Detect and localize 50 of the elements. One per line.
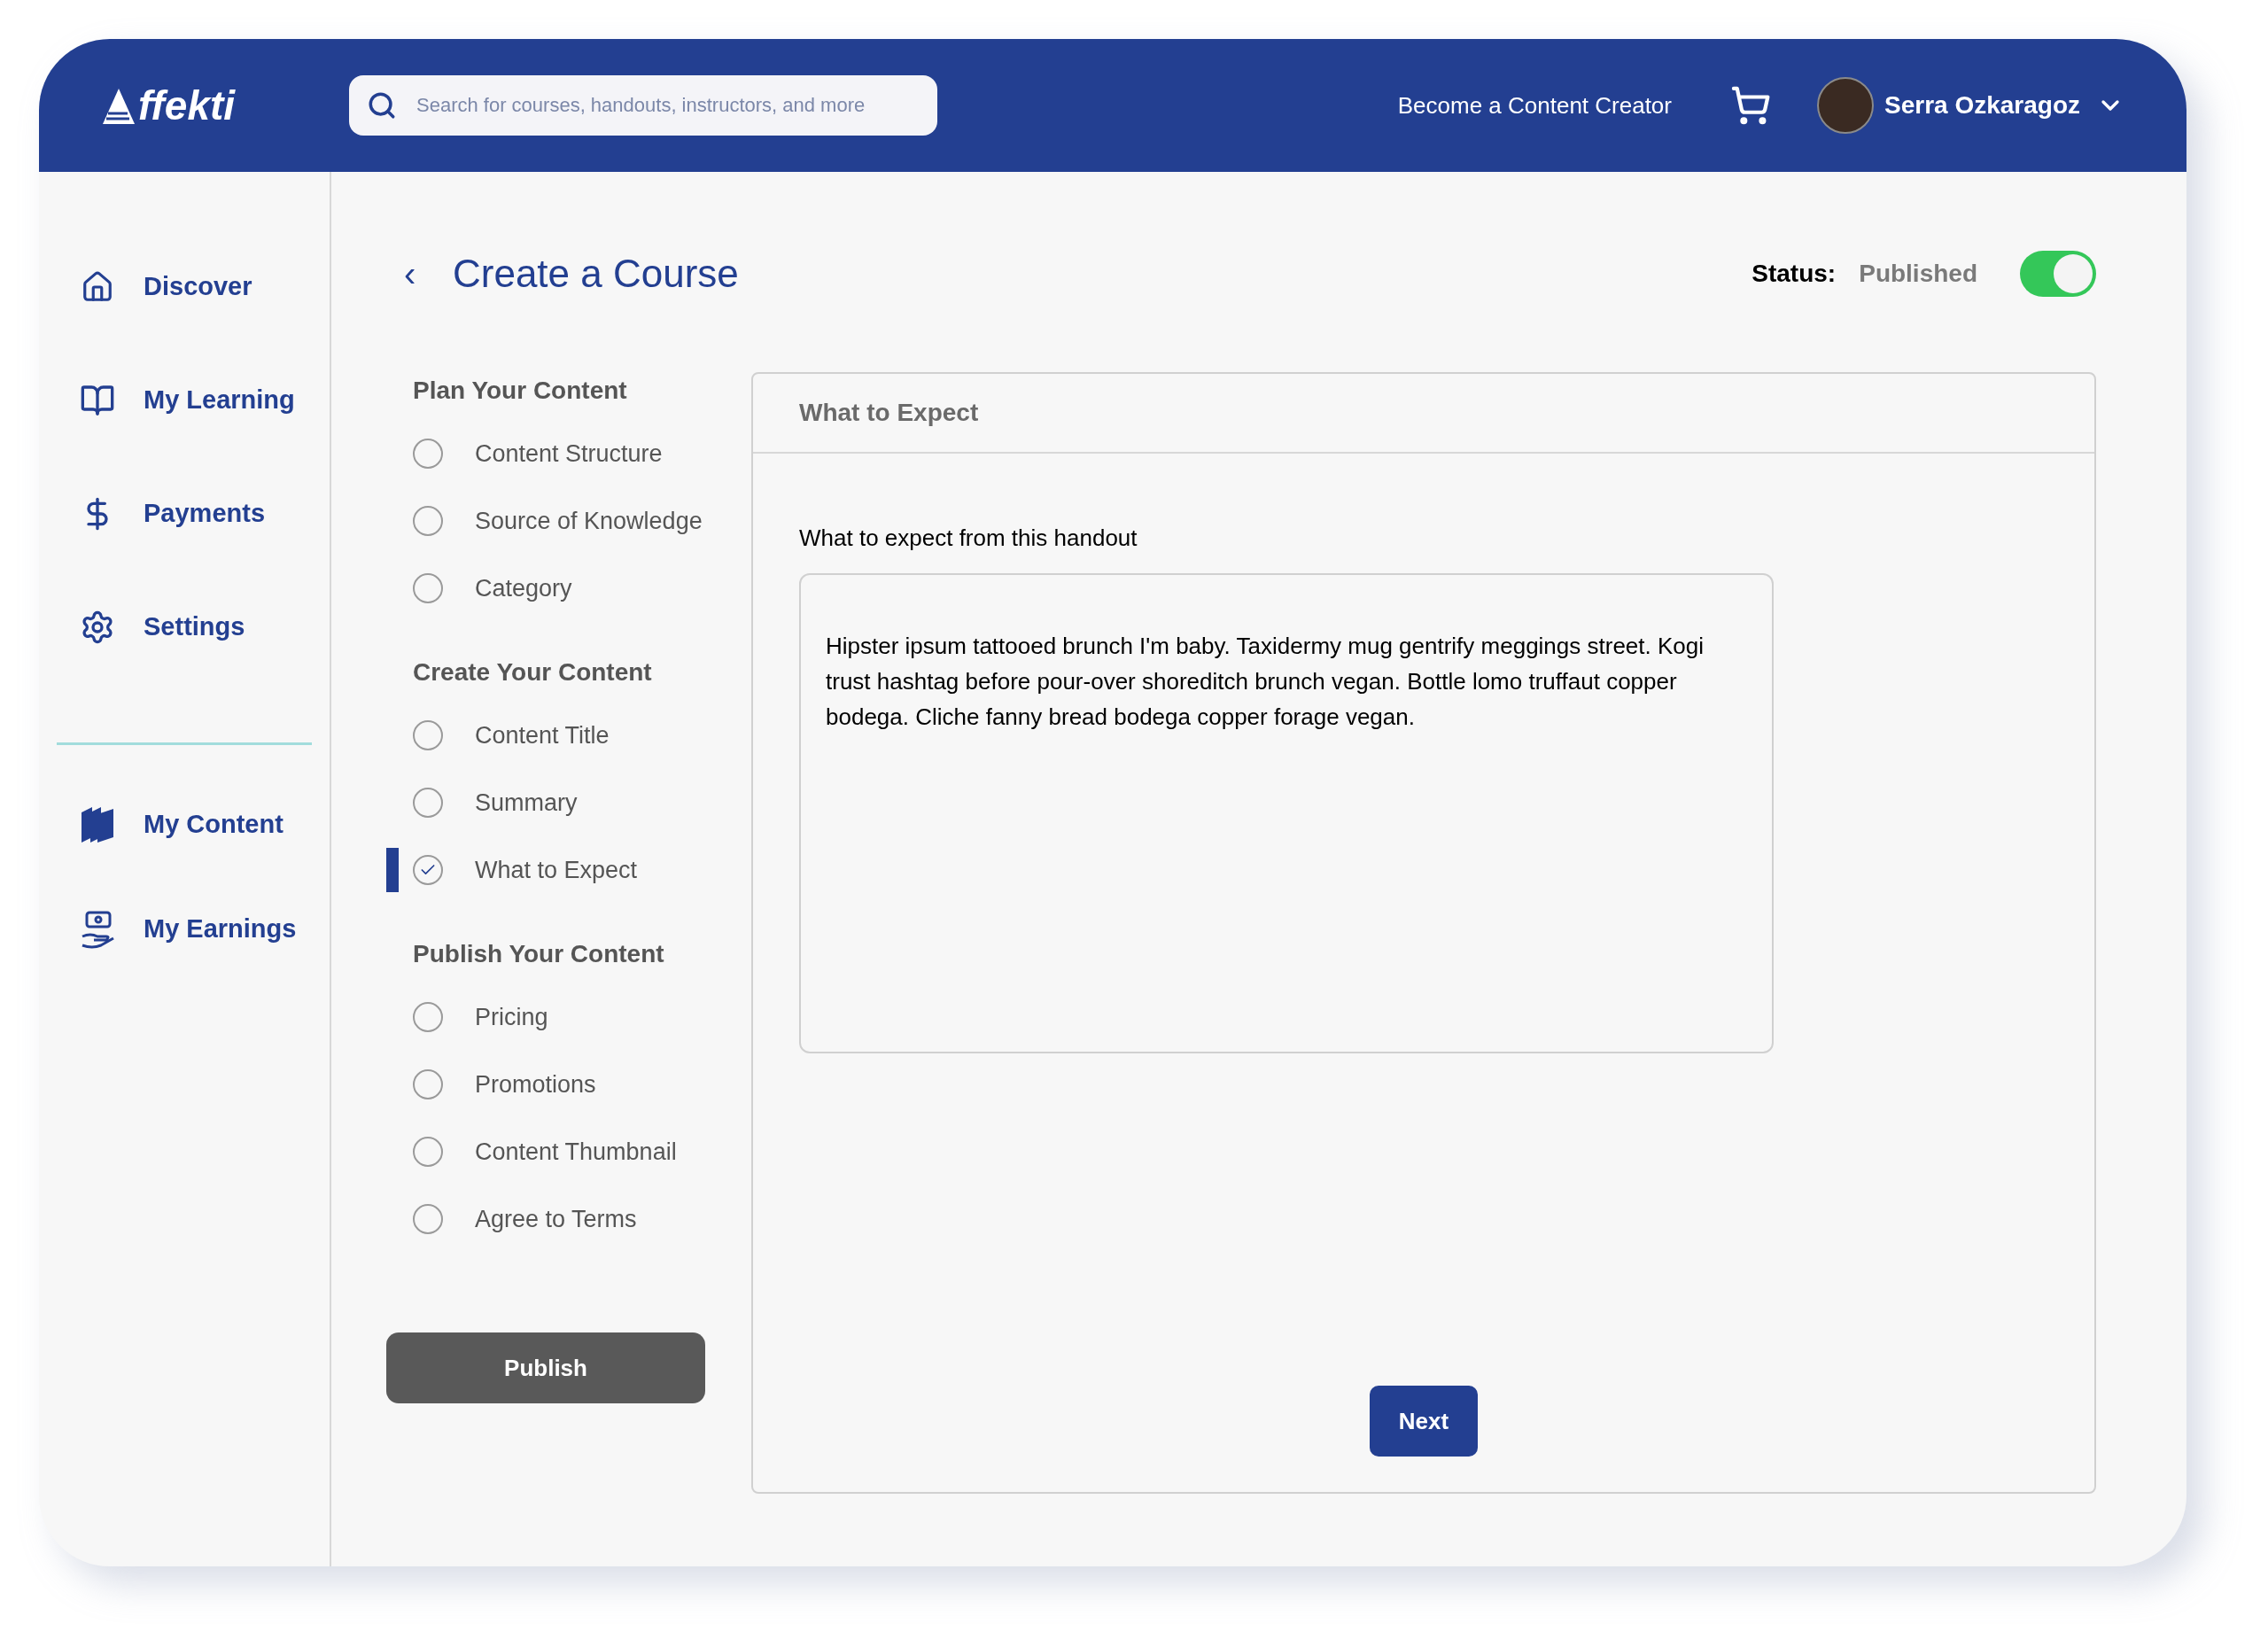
next-button[interactable]: Next (1370, 1386, 1478, 1457)
step-item[interactable]: Content Title (475, 717, 610, 754)
step-item[interactable]: What to Expect (475, 851, 638, 889)
step-radio[interactable] (413, 855, 443, 885)
publish-button[interactable]: Publish (386, 1332, 705, 1403)
books-icon (80, 805, 115, 844)
status-label: Status: (1751, 259, 1837, 289)
sidebar-item[interactable]: My Content (144, 805, 284, 844)
sidebar-item[interactable]: My Earnings (144, 910, 297, 949)
step-radio[interactable] (413, 506, 443, 536)
sidebar-item[interactable]: Payments (144, 494, 265, 533)
home-icon (81, 270, 114, 304)
page-title: Create a Course (453, 251, 739, 297)
logo: ffekti (138, 85, 236, 126)
sidebar-item[interactable]: My Learning (144, 381, 295, 420)
step-group-title: Create Your Content (412, 657, 653, 688)
step-item[interactable]: Promotions (475, 1066, 596, 1103)
sidebar-item[interactable]: Discover (144, 268, 252, 307)
status-value: Published (1859, 259, 1977, 289)
search-field[interactable]: Search for courses, handouts, instructors, and more (349, 75, 937, 136)
step-item[interactable]: Content Thumbnail (475, 1133, 677, 1170)
cart-icon[interactable] (1730, 85, 1771, 126)
money-hand-icon (80, 910, 115, 949)
settings-icon (80, 610, 115, 645)
step-item[interactable]: Summary (475, 784, 578, 821)
search-icon (367, 90, 397, 120)
step-item[interactable]: Source of Knowledge (475, 502, 703, 540)
step-radio[interactable] (413, 1002, 443, 1032)
panel-title: What to Expect (799, 398, 979, 428)
creator-link[interactable]: Become a Content Creator (1397, 88, 1672, 123)
step-radio[interactable] (413, 788, 443, 818)
step-radio[interactable] (413, 1204, 443, 1234)
step-group-title: Plan Your Content (412, 376, 628, 406)
field-label: What to expect from this handout (799, 524, 1138, 553)
status-toggle[interactable] (2020, 251, 2096, 297)
step-item[interactable]: Content Structure (475, 435, 663, 472)
step-radio[interactable] (413, 1137, 443, 1167)
text-area[interactable]: Hipster ipsum tattooed brunch I'm baby. Taxidermy mug gentrify meggings street. Kogi trust hashtag before pour-over shoreditch brunch vegan. Bottle lomo truffaut copper bodega. Cliche fanny bread bodega copper forage vegan. (799, 573, 1774, 1053)
step-group-title: Publish Your Content (412, 939, 665, 969)
sidebar-item[interactable]: Settings (144, 608, 245, 647)
logo-icon (101, 87, 136, 126)
back-link[interactable]: ‹ (386, 247, 426, 300)
step-item[interactable]: Category (475, 570, 572, 607)
step-radio[interactable] (413, 1069, 443, 1099)
step-radio[interactable] (413, 573, 443, 603)
step-item[interactable]: Agree to Terms (475, 1200, 637, 1238)
step-radio[interactable] (413, 439, 443, 469)
user-name[interactable]: Serra Ozkaragoz (1884, 87, 2080, 124)
step-item[interactable]: Pricing (475, 998, 548, 1036)
step-radio[interactable] (413, 720, 443, 750)
